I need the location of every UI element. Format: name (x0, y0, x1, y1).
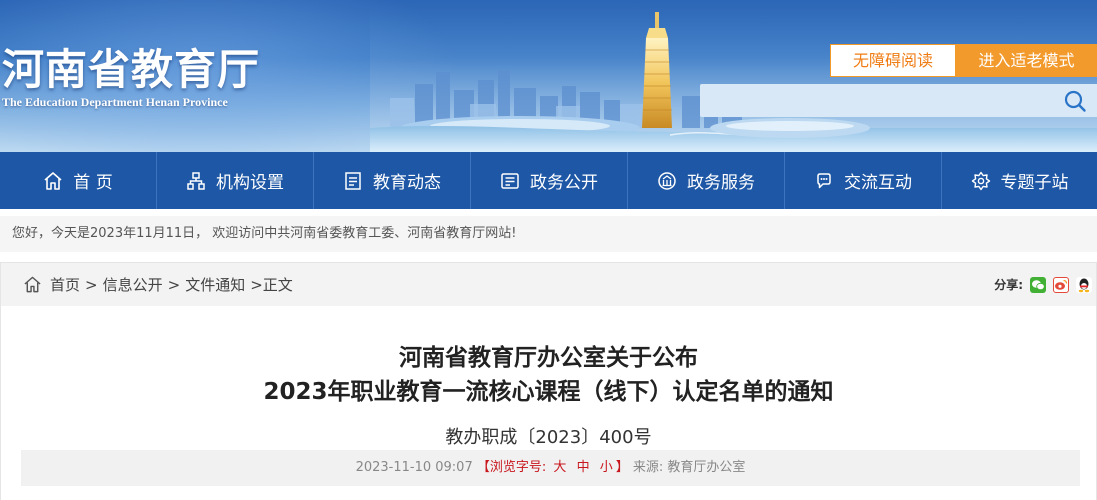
nav-item-education-news[interactable]: 教育动态 (314, 152, 471, 209)
service-emblem-icon (658, 171, 676, 190)
news-list-icon (345, 171, 361, 190)
nav-label-interaction: 交流互动 (844, 173, 912, 193)
nav-item-home[interactable]: 首 页 (0, 152, 157, 209)
article-source: 来源: 教育厅办公室 (632, 460, 746, 475)
nav-item-organization[interactable]: 机构设置 (157, 152, 314, 209)
font-size-label: 【浏览字号: (476, 460, 547, 475)
share-label: 分享: (994, 278, 1023, 292)
breadcrumb: 首页 > 信息公开 > 文件通知 > 正文 (23, 263, 293, 306)
breadcrumb-bar: 首页 > 信息公开 > 文件通知 > 正文 分享: (1, 263, 1096, 306)
nav-item-government-services[interactable]: 政务服务 (628, 152, 785, 209)
breadcrumb-separator: > (167, 275, 181, 294)
home-icon (44, 171, 62, 190)
article-title-line-1: 河南省教育厅办公室关于公布 (399, 345, 698, 371)
welcome-text: 您好，今天是2023年11月11日， 欢迎访问中共河南省委教育工委、河南省教育厅… (12, 226, 517, 241)
article-title-line-2: 2023年职业教育一流核心课程（线下）认定名单的通知 (263, 379, 834, 405)
weibo-icon[interactable] (1053, 276, 1069, 293)
main-nav: 首 页 机构设置 教育动态 政务公开 政务服务 交流互动 专题子站 (0, 152, 1097, 209)
breadcrumb-current: 正文 (262, 276, 293, 294)
site-title: 河南省教育厅 (2, 45, 261, 94)
document-number: 教办职成〔2023〕400号 (445, 427, 652, 448)
search-icon[interactable] (1063, 89, 1087, 113)
elder-mode-button[interactable]: 进入适老模式 (956, 44, 1097, 77)
nav-label-government-services: 政务服务 (687, 173, 755, 193)
nav-label-home: 首 页 (73, 173, 113, 193)
font-size-switcher: 【浏览字号: 大 中 小】 (477, 460, 633, 475)
site-subtitle: The Education Department Henan Province (2, 95, 228, 109)
accessible-reading-button[interactable]: 无障碍阅读 (830, 44, 956, 77)
article-meta-bar: 2023-11-10 09:07 【浏览字号: 大 中 小】 来源: 教育厅办公… (21, 450, 1080, 486)
publish-date: 2023-11-10 09:07 (355, 460, 473, 475)
search-box (700, 84, 1097, 117)
org-chart-icon (187, 171, 205, 190)
search-input[interactable] (700, 84, 1050, 117)
breadcrumb-separator: > (85, 275, 98, 294)
document-icon (501, 172, 519, 189)
nav-item-topic-sites[interactable]: 专题子站 (942, 152, 1097, 209)
nav-label-government-affairs: 政务公开 (530, 173, 598, 193)
breadcrumb-link-file-notices[interactable]: 文件通知 (185, 274, 245, 295)
font-size-medium-button[interactable]: 中 (577, 460, 590, 475)
topic-gear-icon (971, 171, 990, 190)
nav-label-topic-sites: 专题子站 (1000, 173, 1069, 193)
wechat-icon[interactable] (1030, 276, 1046, 293)
nav-item-government-affairs[interactable]: 政务公开 (471, 152, 628, 209)
nav-label-organization: 机构设置 (216, 173, 284, 193)
font-size-small-button[interactable]: 小 (600, 460, 613, 475)
font-size-close-bracket: 】 (615, 460, 629, 475)
welcome-bar: 您好，今天是2023年11月11日， 欢迎访问中共河南省委教育工委、河南省教育厅… (0, 216, 1097, 252)
nav-item-interaction[interactable]: 交流互动 (785, 152, 942, 209)
breadcrumb-current-prefix: > (250, 275, 263, 294)
breadcrumb-link-info-disclosure[interactable]: 信息公开 (103, 274, 163, 295)
nav-label-education-news: 教育动态 (373, 173, 441, 193)
share-bar: 分享: (994, 263, 1092, 306)
header-banner: 河南省教育厅 The Education Department Henan Pr… (0, 0, 1097, 152)
font-size-large-button[interactable]: 大 (553, 460, 566, 475)
article-panel: 首页 > 信息公开 > 文件通知 > 正文 分享: 河南省教育厅办公室关于公布 2… (0, 262, 1097, 500)
chat-icon (817, 172, 831, 188)
qq-icon[interactable] (1076, 276, 1092, 293)
breadcrumb-link-home[interactable]: 首页 (50, 274, 80, 295)
home-icon[interactable] (23, 275, 42, 294)
